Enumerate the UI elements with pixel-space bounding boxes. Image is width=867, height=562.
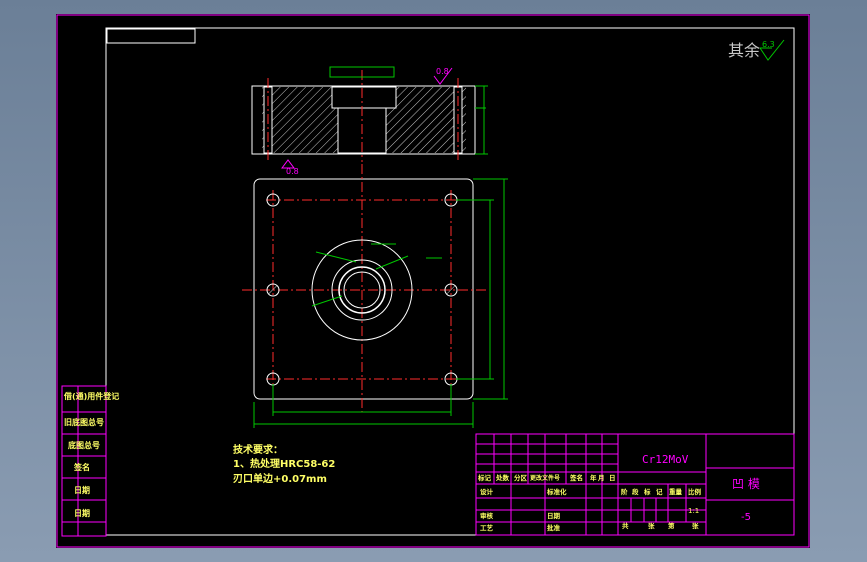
tech-title: 技术要求：	[233, 443, 283, 456]
hdr-count: 处数	[495, 473, 510, 482]
leader-5	[311, 295, 343, 307]
hdr-change: 更改文件号	[530, 474, 560, 482]
section-hatch-left	[262, 87, 338, 153]
tech-line-1: 1、热处理HRC58-62	[233, 457, 335, 470]
hdr-year: 年	[590, 473, 597, 482]
stage-label-weight: 重量	[669, 487, 683, 496]
side-label-4: 签名	[73, 462, 90, 472]
label-approve: 批准	[547, 523, 561, 532]
side-label-5: 日期	[74, 485, 90, 495]
hdr-sign: 签名	[569, 473, 583, 482]
hdr-day: 日	[609, 474, 616, 482]
stage-label-4: 记	[656, 487, 663, 496]
label-review: 审核	[480, 511, 494, 520]
part-name: 凹 模	[732, 477, 760, 491]
scale-value: 1:1	[688, 507, 699, 515]
die-counterbore	[331, 86, 397, 109]
dowel-hole-left	[266, 283, 280, 297]
label-date: 日期	[547, 511, 561, 520]
hdr-zone: 分区	[514, 473, 528, 482]
sheet-label-sheets: 张	[648, 521, 655, 530]
sheet-label-no: 第	[668, 521, 675, 530]
plan-outline	[253, 178, 474, 400]
side-label-6: 日期	[74, 508, 90, 518]
side-label-1: 借(通)用件登记	[63, 391, 119, 401]
roughness-label: 其余	[728, 41, 760, 60]
stage-label-1: 阶	[621, 487, 628, 496]
stage-label-scale: 比例	[688, 487, 702, 496]
sheet-label-sheet: 张	[692, 521, 699, 530]
dowel-hole-right	[444, 283, 458, 297]
label-design: 设计	[480, 487, 494, 496]
drawing-number: -5	[741, 512, 751, 523]
drawing-code-box	[106, 28, 196, 44]
side-label-3: 底图总号	[67, 440, 100, 450]
sheet-label-total: 共	[622, 521, 629, 530]
stage-label-3: 标	[643, 487, 651, 496]
stage-label-2: 段	[632, 487, 639, 496]
label-process: 工艺	[480, 523, 494, 532]
plan-view	[242, 164, 508, 428]
drawing-sheet: 其余 6.3 0.8 0.8 技术要求： 1、热处理HRC58-62 刃口单边+…	[56, 14, 810, 548]
hdr-month: 月	[597, 474, 605, 482]
label-standardize: 标准化	[546, 487, 567, 496]
material-name: Cr12MoV	[642, 453, 689, 466]
hdr-mark: 标记	[477, 473, 492, 482]
section-view: 0.8 0.8	[251, 66, 488, 176]
side-label-2: 旧底图总号	[64, 417, 104, 427]
tech-line-2: 刃口单边+0.07mm	[233, 472, 327, 485]
